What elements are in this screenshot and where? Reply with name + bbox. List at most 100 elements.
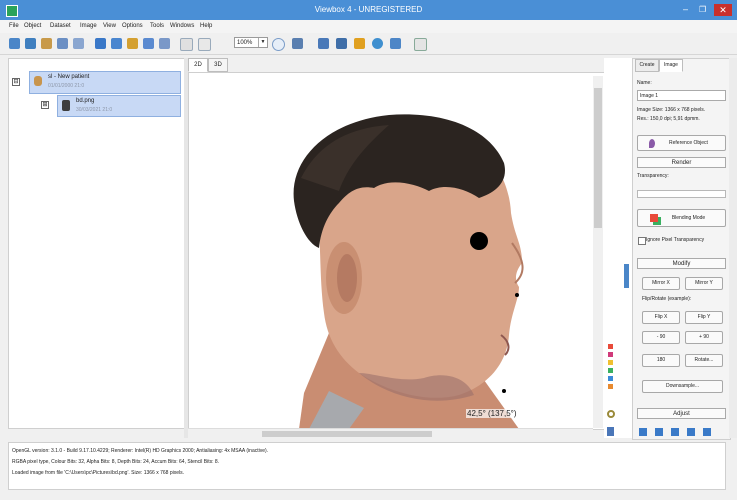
dataset-save-icon[interactable] — [143, 38, 154, 49]
flip-x-button[interactable]: Flip X — [642, 311, 680, 324]
color-swatch[interactable] — [608, 368, 613, 373]
patient-icon — [34, 76, 42, 86]
zoom-select[interactable]: 100% ▼ — [234, 37, 268, 48]
color-swatch[interactable] — [608, 360, 613, 365]
fill-icon[interactable] — [372, 38, 383, 49]
panel-toggle-handle[interactable] — [624, 264, 629, 288]
patient-icon[interactable] — [41, 38, 52, 49]
minimize-button[interactable]: – — [683, 5, 688, 14]
log-console: OpenGL version: 3.1.0 - Build 9.17.10.42… — [8, 442, 726, 490]
viewport-horizontal-scrollbar[interactable] — [188, 428, 593, 439]
menu-tools[interactable]: Tools — [150, 23, 164, 29]
transparency-label: Transparency: — [637, 173, 669, 179]
blend-icon — [650, 214, 658, 222]
adjust-icon[interactable] — [671, 428, 679, 436]
tree-item-date: 30/03/2021 21:0 — [76, 107, 113, 113]
ignore-pixel-label: Ignore Pixel Transparency — [646, 237, 705, 243]
tree-item-date: 01/01/2000 21:0 — [48, 83, 85, 89]
tab-2d[interactable]: 2D — [188, 58, 208, 72]
image-viewport[interactable] — [188, 72, 605, 430]
flip-rotate-label: Flip/Rotate (example): — [642, 296, 692, 302]
close-button[interactable]: ✕ — [714, 4, 732, 16]
rotate-plus-90-button[interactable]: + 90 — [685, 331, 723, 344]
ignore-pixel-checkbox[interactable] — [638, 237, 646, 245]
view-tabs: 2D 3D — [188, 58, 618, 72]
tree-item-patient[interactable]: sl - New patient 01/01/2000 21:0 — [29, 71, 181, 94]
name-field[interactable]: Image 1 — [637, 90, 726, 101]
flip-y-button[interactable]: Flip Y — [685, 311, 723, 324]
chevron-down-icon[interactable]: ▼ — [258, 38, 267, 47]
dataset-folder-icon[interactable] — [127, 38, 138, 49]
blending-mode-label: Blending Mode — [671, 215, 706, 221]
adjust-icon[interactable] — [703, 428, 711, 436]
color-swatch[interactable] — [608, 344, 613, 349]
color-swatch[interactable] — [608, 384, 613, 389]
settings-icon[interactable] — [414, 38, 427, 51]
new-patient-icon[interactable] — [9, 38, 20, 49]
rotate-button[interactable]: Rotate... — [685, 354, 723, 367]
scrollbar-thumb[interactable] — [594, 88, 602, 228]
pencil-icon[interactable] — [354, 38, 365, 49]
title-bar: Viewbox 4 - UNREGISTERED – ❐ ✕ — [0, 0, 737, 20]
scrollbar-thumb[interactable] — [262, 431, 432, 437]
menu-dataset[interactable]: Dataset — [50, 23, 71, 29]
object-tree: sl - New patient 01/01/2000 21:0 ⊟ bd.pn… — [8, 58, 186, 429]
zoom-icon[interactable] — [272, 38, 285, 51]
tree-collapse-icon[interactable]: ⊟ — [12, 78, 20, 86]
angle-measurement-label: 42,5° (137,5°) — [466, 409, 518, 418]
adjust-icon[interactable] — [639, 428, 647, 436]
dataset-icon[interactable] — [95, 38, 106, 49]
tab-3d[interactable]: 3D — [208, 58, 228, 72]
rotate-minus-90-button[interactable]: - 90 — [642, 331, 680, 344]
properties-panel: Create Image Name: Image 1 Image Size: 1… — [632, 58, 731, 440]
resolution-text: Res.: 150,0 dpi; 5,91 dpmm. — [637, 116, 700, 122]
tree-expand-icon[interactable]: ⊞ — [41, 101, 49, 109]
rotate-180-button[interactable]: 180 — [642, 354, 680, 367]
tab-image[interactable]: Image — [659, 59, 683, 72]
tree-item-image[interactable]: bd.png 30/03/2021 21:0 — [57, 95, 181, 117]
menu-help[interactable]: Help — [200, 23, 212, 29]
menu-object[interactable]: Object — [24, 23, 41, 29]
menu-file[interactable]: File — [9, 23, 19, 29]
panel-scrollbar[interactable] — [729, 58, 737, 438]
pen-icon[interactable] — [198, 38, 211, 51]
tree-item-label: sl - New patient — [48, 74, 90, 80]
layers-icon[interactable] — [607, 427, 614, 436]
adjust-icon[interactable] — [687, 428, 695, 436]
tab-create[interactable]: Create — [635, 59, 659, 72]
patient-list-icon[interactable] — [57, 38, 68, 49]
menu-view[interactable]: View — [103, 23, 116, 29]
color-swatch[interactable] — [608, 376, 613, 381]
reference-object-button[interactable]: Reference Object — [637, 135, 726, 151]
menu-image[interactable]: Image — [80, 23, 97, 29]
menu-windows[interactable]: Windows — [170, 23, 194, 29]
viewport-vertical-scrollbar[interactable] — [593, 76, 603, 428]
color-swatch[interactable] — [608, 352, 613, 357]
menu-options[interactable]: Options — [122, 23, 143, 29]
dataset-open-icon[interactable] — [111, 38, 122, 49]
log-line: RGBA pixel type, Colour Bits: 32, Alpha … — [12, 459, 220, 465]
log-line: OpenGL version: 3.1.0 - Build 9.17.10.42… — [12, 448, 269, 454]
blending-mode-button[interactable]: Blending Mode — [637, 209, 726, 227]
name-label: Name: — [637, 80, 652, 86]
angle-icon[interactable] — [336, 38, 347, 49]
measure-icon[interactable] — [292, 38, 303, 49]
point-icon[interactable] — [390, 38, 401, 49]
adjust-icon[interactable] — [655, 428, 663, 436]
transparency-slider[interactable] — [637, 190, 726, 198]
image-import-icon[interactable] — [159, 38, 170, 49]
patient-photo — [189, 73, 604, 429]
maximize-button[interactable]: ❐ — [699, 5, 706, 14]
gear-icon[interactable] — [607, 410, 615, 418]
color-strip — [604, 58, 632, 438]
ruler-icon[interactable] — [318, 38, 329, 49]
log-line: Loaded image from file 'C:\Users\pc\Pict… — [12, 470, 184, 476]
open-patient-icon[interactable] — [25, 38, 36, 49]
downsample-button[interactable]: Downsample... — [642, 380, 723, 393]
pointer-icon[interactable] — [180, 38, 193, 51]
save-icon[interactable] — [73, 38, 84, 49]
mirror-y-button[interactable]: Mirror Y — [685, 277, 723, 290]
adjust-header: Adjust — [637, 408, 726, 419]
toolbar — [0, 33, 737, 55]
mirror-x-button[interactable]: Mirror X — [642, 277, 680, 290]
